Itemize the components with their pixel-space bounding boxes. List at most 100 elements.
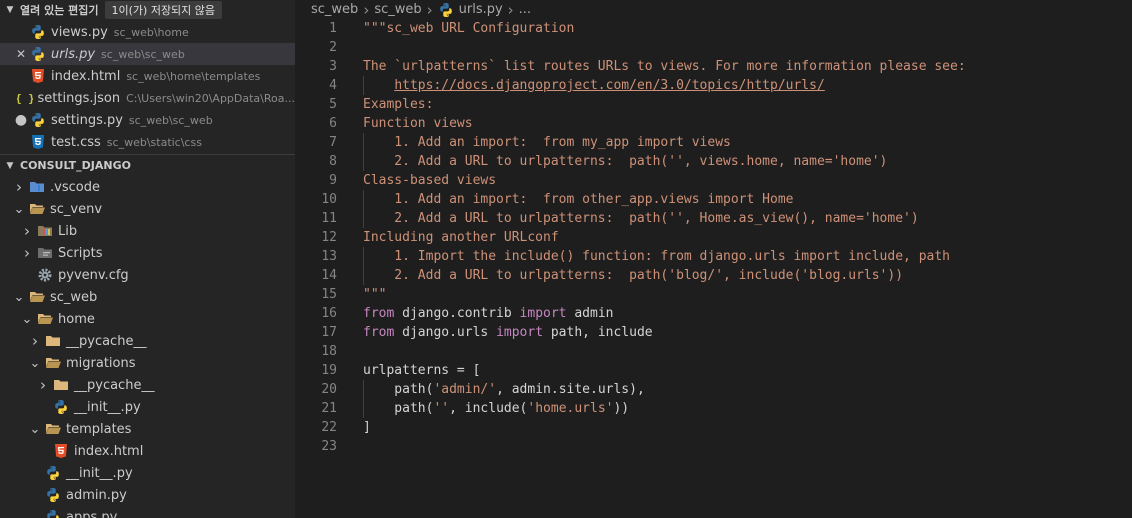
code-text: path('admin/', admin.site.urls),	[363, 380, 645, 399]
open-editor-name: settings.json	[37, 90, 121, 106]
code-token: from	[363, 306, 395, 321]
chevron-right-icon: ›	[363, 0, 370, 19]
code-line: 21 path('', include('home.urls'))	[295, 399, 1132, 418]
code-text: 2. Add a URL to urlpatterns: path('blog/…	[363, 266, 903, 285]
open-editor-item[interactable]: ✕ urls.py sc_web\sc_web	[0, 43, 295, 65]
tree-item[interactable]: apps.py	[0, 506, 295, 518]
open-editors-header[interactable]: ▼ 열려 있는 편집기 1이(가) 저장되지 않음	[0, 0, 295, 20]
code-area[interactable]: 1 """sc_web URL Configuration 2 3 The `urlpa…	[295, 19, 1132, 456]
tree-item[interactable]: › .vscode	[0, 176, 295, 198]
code-link[interactable]: https://docs.djangoproject.com/en/3.0/to…	[394, 78, 824, 93]
open-editor-item[interactable]: views.py sc_web\home	[0, 21, 295, 43]
breadcrumb-item[interactable]: ...	[519, 2, 531, 17]
code-line: 20 path('admin/', admin.site.urls),	[295, 380, 1132, 399]
line-number: 1	[329, 21, 337, 36]
breadcrumb-item[interactable]: urls.py	[459, 2, 503, 17]
code-token: ''	[433, 401, 450, 416]
open-editor-path: C:\Users\win20\AppData\Roa...	[126, 91, 295, 105]
chevron-right-icon[interactable]: ›	[28, 332, 42, 350]
code-token: """	[363, 287, 387, 302]
tree-item-label: Lib	[58, 223, 78, 239]
tree-item[interactable]: › Lib	[0, 220, 295, 242]
gear-icon	[37, 267, 53, 283]
tree-item[interactable]: __init__.py	[0, 396, 295, 418]
chevron-down-icon[interactable]: ⌄	[28, 356, 42, 371]
code-text: 1. Add an import: from my_app import vie…	[363, 133, 731, 152]
breadcrumb: sc_web › sc_web › urls.py ›...	[295, 0, 1132, 19]
chevron-down-icon[interactable]: ⌄	[20, 312, 34, 327]
css-icon	[30, 134, 46, 150]
chevron-down-icon[interactable]: ⌄	[28, 422, 42, 437]
code-text: """	[363, 285, 386, 304]
chevron-right-icon[interactable]: ›	[20, 222, 34, 240]
code-token: , admin.site.urls),	[496, 382, 645, 397]
tree-item[interactable]: › __pycache__	[0, 330, 295, 352]
open-editor-name: test.css	[51, 134, 101, 150]
unsaved-dot-icon[interactable]: ●	[14, 112, 28, 128]
open-editor-path: sc_web\static\css	[106, 135, 202, 149]
line-number: 22	[321, 420, 337, 435]
line-number: 17	[321, 325, 337, 340]
tree-item-label: __pycache__	[66, 333, 147, 349]
code-line: 15 """	[295, 285, 1132, 304]
code-text: 1. Add an import: from other_app.views i…	[363, 190, 793, 209]
open-editor-item[interactable]: index.html sc_web\home\templates	[0, 65, 295, 87]
tree-item[interactable]: __init__.py	[0, 462, 295, 484]
sidebar: ▼ 열려 있는 편집기 1이(가) 저장되지 않음 views.py sc_web…	[0, 0, 295, 518]
code-token: 1. Add an import: from other_app.views i…	[363, 192, 794, 207]
tree-item[interactable]: ⌄ home	[0, 308, 295, 330]
explorer-title: CONSULT_DJANGO	[20, 159, 131, 172]
line-number: 7	[329, 135, 337, 150]
close-icon[interactable]: ✕	[14, 47, 28, 61]
line-number: 20	[321, 382, 337, 397]
folder-open-icon	[29, 289, 45, 305]
explorer-header[interactable]: ▼ CONSULT_DJANGO	[0, 154, 295, 176]
folder-open-icon	[45, 355, 61, 371]
open-editor-item[interactable]: { } settings.json C:\Users\win20\AppData\R…	[0, 87, 295, 109]
tree-item[interactable]: ⌄ sc_venv	[0, 198, 295, 220]
code-text: """sc_web URL Configuration	[363, 19, 574, 38]
tree-item[interactable]: ⌄ migrations	[0, 352, 295, 374]
breadcrumb-item[interactable]: sc_web	[311, 2, 358, 17]
python-icon	[45, 487, 61, 503]
chevron-down-icon[interactable]: ⌄	[12, 290, 26, 305]
tree-item[interactable]: index.html	[0, 440, 295, 462]
code-token: urlpatterns = [	[363, 363, 481, 378]
python-icon	[30, 112, 46, 128]
chevron-right-icon[interactable]: ›	[20, 244, 34, 262]
open-editor-item[interactable]: ● settings.py sc_web\sc_web	[0, 109, 295, 131]
line-number: 9	[329, 173, 337, 188]
line-number: 3	[329, 59, 337, 74]
open-editor-name: settings.py	[51, 112, 123, 128]
lib-folder-icon	[37, 223, 53, 239]
code-line: 9 Class-based views	[295, 171, 1132, 190]
tree-item[interactable]: › Scripts	[0, 242, 295, 264]
tree-item-label: templates	[66, 421, 132, 437]
breadcrumb-item[interactable]: sc_web	[374, 2, 421, 17]
code-text: https://docs.djangoproject.com/en/3.0/to…	[363, 76, 825, 95]
code-token: 2. Add a URL to urlpatterns: path('', Ho…	[363, 211, 919, 226]
tree-item[interactable]: pyvenv.cfg	[0, 264, 295, 286]
line-number: 15	[321, 287, 337, 302]
line-number: 16	[321, 306, 337, 321]
chevron-down-icon[interactable]: ⌄	[12, 202, 26, 217]
html-icon	[53, 443, 69, 459]
chevron-right-icon[interactable]: ›	[36, 376, 50, 394]
code-line: 10 1. Add an import: from other_app.view…	[295, 190, 1132, 209]
open-editor-item[interactable]: test.css sc_web\static\css	[0, 131, 295, 153]
chevron-right-icon[interactable]: ›	[12, 178, 26, 196]
tree-item[interactable]: ⌄ sc_web	[0, 286, 295, 308]
code-token: 2. Add a URL to urlpatterns: path('blog/…	[363, 268, 904, 283]
html-icon	[30, 68, 46, 84]
svg-text:{ }: { }	[17, 92, 33, 105]
line-number: 11	[321, 211, 337, 226]
tree-item[interactable]: ⌄ templates	[0, 418, 295, 440]
code-token: path(	[363, 382, 434, 397]
tree-item[interactable]: › __pycache__	[0, 374, 295, 396]
tree-item-label: home	[58, 311, 95, 327]
tree-item[interactable]: admin.py	[0, 484, 295, 506]
indent-guide	[363, 152, 364, 171]
code-token: """sc_web URL Configuration	[363, 21, 575, 36]
code-line: 11 2. Add a URL to urlpatterns: path('',…	[295, 209, 1132, 228]
